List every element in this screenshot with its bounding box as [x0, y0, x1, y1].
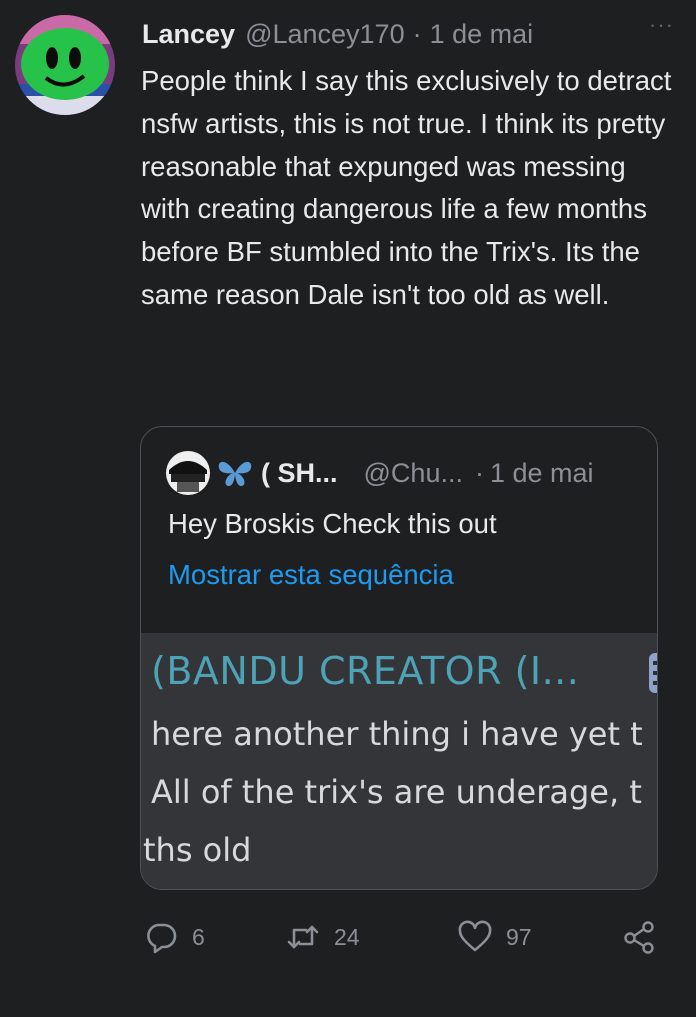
reply-icon: [147, 923, 177, 954]
tweet-actions: 6 24 97: [140, 920, 670, 960]
quoted-author-name[interactable]: ( SH...: [261, 458, 338, 489]
tweet-timestamp[interactable]: 1 de mai: [430, 19, 534, 50]
quoted-tweet-timestamp[interactable]: 1 de mai: [490, 458, 594, 489]
butterfly-icon: [218, 461, 252, 486]
retweet-button[interactable]: 24: [286, 920, 360, 954]
media-text-line: All of the trix's are underage, t: [151, 773, 642, 811]
media-badge-icon: [649, 653, 657, 693]
more-icon[interactable]: ···: [649, 12, 674, 38]
media-text-line: ths old: [143, 831, 252, 869]
like-count: 97: [506, 923, 532, 950]
retweet-icon: [287, 925, 319, 949]
share-button[interactable]: [622, 920, 656, 954]
share-icon: [624, 921, 654, 954]
quoted-author-avatar[interactable]: [165, 450, 211, 496]
author-avatar[interactable]: [12, 14, 118, 116]
quoted-author-handle[interactable]: @Chu...: [364, 458, 463, 489]
media-title: (BANDU CREATOR (I...: [151, 649, 580, 693]
author-name[interactable]: Lancey: [142, 19, 235, 50]
reply-button[interactable]: 6: [144, 920, 205, 954]
show-thread-link[interactable]: Mostrar esta sequência: [168, 559, 454, 591]
retweet-count: 24: [334, 923, 360, 950]
quoted-tweet-text: Hey Broskis Check this out: [168, 508, 497, 539]
quoted-tweet-media[interactable]: (BANDU CREATOR (I... here another thing …: [141, 633, 657, 889]
separator-dot: ·: [412, 18, 422, 49]
quoted-tweet[interactable]: ( SH... @Chu... · 1 de mai Hey Broskis C…: [140, 426, 658, 890]
like-icon: [458, 920, 492, 952]
quoted-tweet-header: ( SH... @Chu... · 1 de mai: [165, 451, 639, 495]
media-text-line: here another thing i have yet t: [151, 715, 643, 753]
reply-count: 6: [192, 923, 205, 950]
tweet-text: People think I say this exclusively to d…: [141, 65, 672, 310]
tweet-header: Lancey @Lancey170 · 1 de mai: [142, 16, 676, 52]
author-handle[interactable]: @Lancey170: [245, 19, 405, 50]
quoted-separator-dot: ·: [474, 457, 484, 488]
like-button[interactable]: 97: [458, 920, 532, 954]
